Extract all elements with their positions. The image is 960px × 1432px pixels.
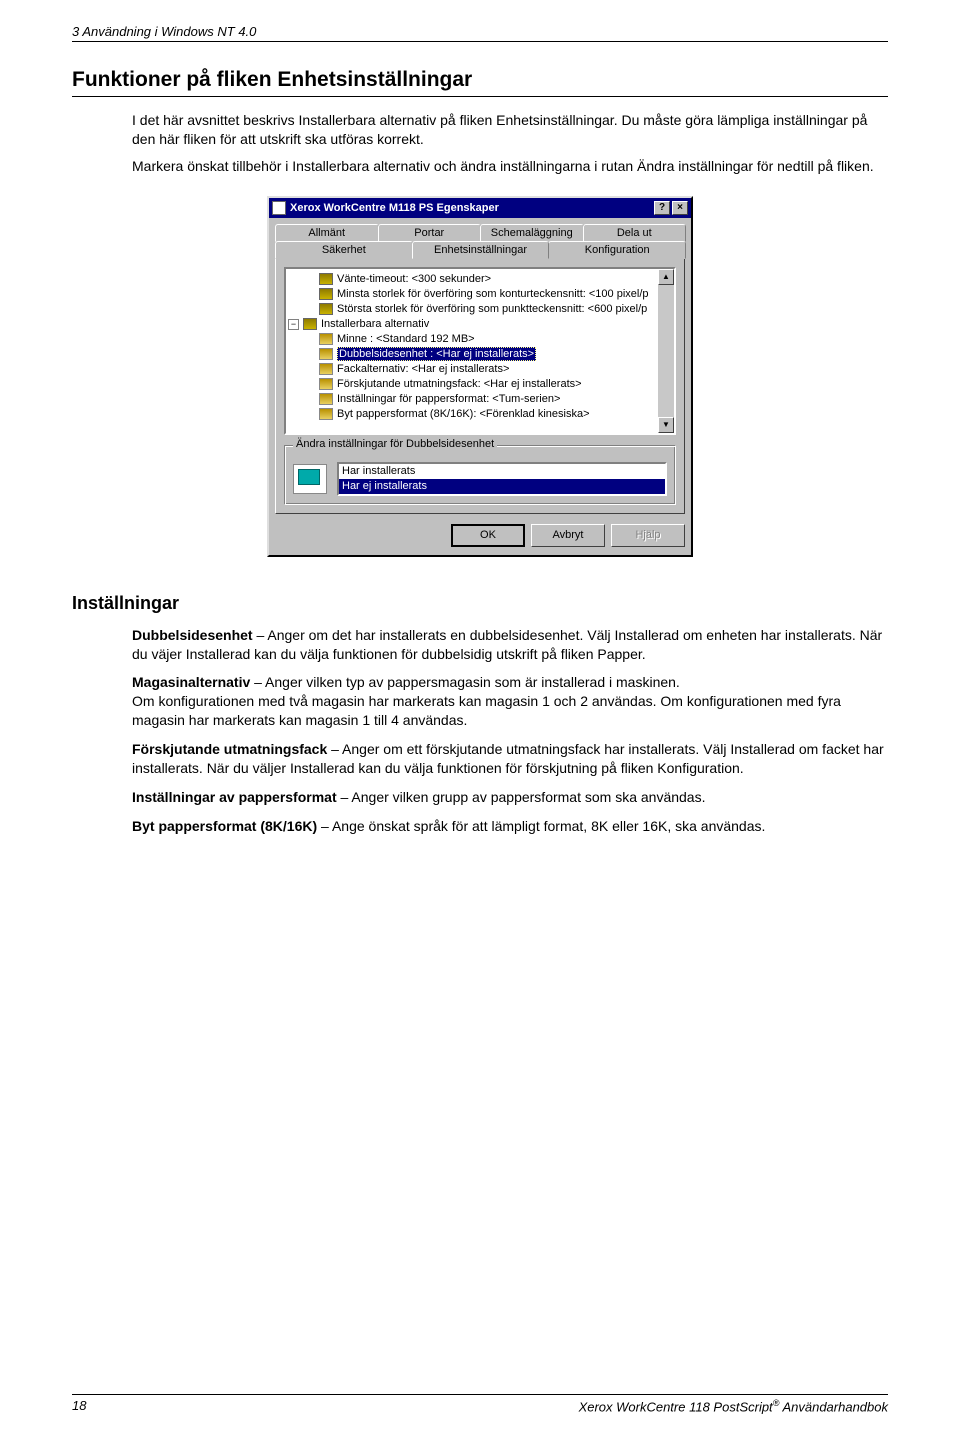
option-node-icon	[319, 333, 333, 345]
list-item[interactable]: Har installerats	[339, 464, 665, 479]
tab-allmant[interactable]: Allmänt	[275, 224, 379, 242]
option-node-icon	[319, 393, 333, 405]
page-number: 18	[72, 1398, 86, 1414]
tab-row-front: Säkerhet Enhetsinställningar Konfigurati…	[275, 241, 685, 259]
ok-button[interactable]: OK	[451, 524, 525, 547]
page-footer: 18 Xerox WorkCentre 118 PostScript® Anvä…	[72, 1394, 888, 1414]
scroll-down-icon[interactable]: ▼	[658, 417, 674, 433]
book-title: Xerox WorkCentre 118 PostScript® Använda…	[579, 1398, 888, 1414]
setting-offset-tray: Förskjutande utmatningsfack – Anger om e…	[132, 740, 888, 778]
tree-row[interactable]: Minne : <Standard 192 MB>	[288, 332, 672, 347]
tree-toggle-icon[interactable]: −	[288, 319, 299, 330]
option-node-icon	[319, 348, 333, 360]
tree-label: Byt pappersformat (8K/16K): <Förenklad k…	[337, 408, 590, 420]
help-button[interactable]: ?	[654, 201, 670, 215]
setting-tray: Magasinalternativ – Anger vilken typ av …	[132, 673, 888, 730]
tree-row[interactable]: Minsta storlek för överföring som kontur…	[288, 287, 672, 302]
option-node-icon	[319, 408, 333, 420]
tree-label: Vänte-timeout: <300 sekunder>	[337, 273, 491, 285]
tab-panel: Vänte-timeout: <300 sekunder> Minsta stor…	[275, 258, 685, 514]
section-heading: Funktioner på fliken Enhetsinställningar	[72, 68, 888, 97]
tree-label: Förskjutande utmatningsfack: <Har ej ins…	[337, 378, 582, 390]
tree-label: Installerbara alternativ	[321, 318, 429, 330]
tree-label: Största storlek för överföring som punkt…	[337, 303, 647, 315]
dialog-buttons: OK Avbryt Hjälp	[275, 524, 685, 547]
tree-scrollbar[interactable]: ▲ ▼	[658, 269, 674, 433]
scroll-up-icon[interactable]: ▲	[658, 269, 674, 285]
options-tree[interactable]: Vänte-timeout: <300 sekunder> Minsta stor…	[284, 267, 676, 435]
properties-dialog: Xerox WorkCentre M118 PS Egenskaper ? × …	[267, 196, 693, 557]
option-node-icon	[319, 363, 333, 375]
subsection-heading: Inställningar	[72, 593, 888, 614]
groupbox-title: Ändra inställningar för Dubbelsidesenhet	[293, 438, 497, 450]
value-listbox[interactable]: Har installerats Har ej installerats	[337, 462, 667, 496]
setting-duplex: Dubbelsidesenhet – Anger om det har inst…	[132, 626, 888, 664]
folder-node-icon	[319, 273, 333, 285]
list-item[interactable]: Har ej installerats	[339, 479, 665, 494]
dialog-titlebar: Xerox WorkCentre M118 PS Egenskaper ? ×	[269, 198, 691, 218]
tree-row[interactable]: Fackalternativ: <Har ej installerats>	[288, 362, 672, 377]
tree-row[interactable]: − Installerbara alternativ	[288, 317, 672, 332]
setting-paper-format: Inställningar av pappersformat – Anger v…	[132, 788, 888, 807]
running-header: 3 Användning i Windows NT 4.0	[72, 24, 888, 42]
tree-label: Inställningar för pappersformat: <Tum-se…	[337, 393, 560, 405]
dialog-screenshot: Xerox WorkCentre M118 PS Egenskaper ? × …	[72, 196, 888, 557]
title-icon	[272, 201, 286, 215]
tree-label: Fackalternativ: <Har ej installerats>	[337, 363, 509, 375]
folder-node-icon	[319, 288, 333, 300]
option-node-icon	[319, 378, 333, 390]
intro-paragraph-2: Markera önskat tillbehör i Installerbara…	[132, 157, 888, 176]
intro-paragraph-1: I det här avsnittet beskrivs Installerba…	[132, 111, 888, 149]
cancel-button[interactable]: Avbryt	[531, 524, 605, 547]
tree-row[interactable]: Dubbelsidesenhet : <Har ej installerats>	[288, 347, 672, 362]
tab-enhetsinstallningar[interactable]: Enhetsinställningar	[412, 241, 550, 259]
dialog-title: Xerox WorkCentre M118 PS Egenskaper	[290, 202, 652, 214]
tree-row[interactable]: Förskjutande utmatningsfack: <Har ej ins…	[288, 377, 672, 392]
tree-row[interactable]: Byt pappersformat (8K/16K): <Förenklad k…	[288, 407, 672, 422]
tab-sakerhet[interactable]: Säkerhet	[275, 241, 413, 259]
tab-konfiguration[interactable]: Konfiguration	[548, 241, 686, 259]
help-dialog-button: Hjälp	[611, 524, 685, 547]
tab-portar[interactable]: Portar	[378, 224, 482, 242]
tree-row[interactable]: Inställningar för pappersformat: <Tum-se…	[288, 392, 672, 407]
tree-row[interactable]: Vänte-timeout: <300 sekunder>	[288, 272, 672, 287]
tab-schemalaggning[interactable]: Schemaläggning	[480, 224, 584, 242]
tree-row[interactable]: Största storlek för överföring som punkt…	[288, 302, 672, 317]
tree-label: Dubbelsidesenhet : <Har ej installerats>	[337, 347, 536, 361]
tab-row-back: Allmänt Portar Schemaläggning Dela ut	[275, 224, 685, 242]
change-settings-group: Ändra inställningar för Dubbelsidesenhet…	[284, 445, 676, 505]
tree-label: Minsta storlek för överföring som kontur…	[337, 288, 649, 300]
folder-node-icon	[303, 318, 317, 330]
close-button[interactable]: ×	[672, 201, 688, 215]
tab-dela-ut[interactable]: Dela ut	[583, 224, 687, 242]
duplex-unit-icon	[293, 464, 327, 494]
tree-label: Minne : <Standard 192 MB>	[337, 333, 475, 345]
setting-8k-16k: Byt pappersformat (8K/16K) – Ange önskat…	[132, 817, 888, 836]
folder-node-icon	[319, 303, 333, 315]
